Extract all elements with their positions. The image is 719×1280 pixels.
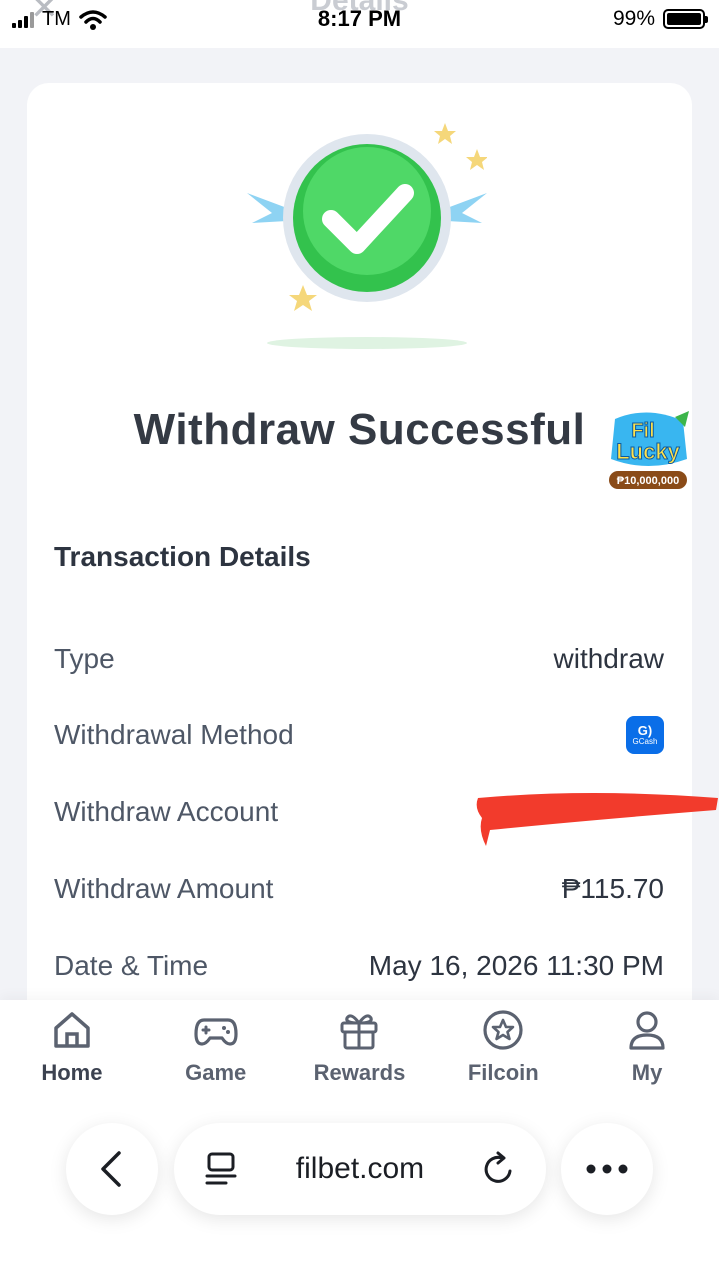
nav-game[interactable]: Game [146,1000,286,1086]
promo-brand-line2: Lucky [616,439,680,464]
gift-icon [340,1014,378,1050]
battery-icon [663,9,708,29]
browser-back-button[interactable] [66,1123,158,1215]
address-bar[interactable]: filbet.com [174,1123,546,1215]
nav-label: Game [185,1060,247,1085]
success-check-icon [247,123,487,349]
reload-icon[interactable] [482,1151,516,1187]
gamepad-icon [194,1018,238,1046]
status-time: 8:17 PM [317,6,402,31]
nav-label: My [631,1060,663,1085]
row-value: ₱115.70 [561,873,664,904]
nav-filcoin[interactable]: Filcoin [433,1000,573,1086]
row-withdraw-amount: Withdraw Amount ₱115.70 [54,869,664,909]
browser-more-button[interactable] [561,1123,653,1215]
promo-badge-art: Fil Lucky ₱10,000,000 [609,411,689,489]
nav-label: Home [41,1060,103,1085]
row-date-time: Date & Time May 16, 2026 11:30 PM [54,946,664,986]
row-label: Withdraw Account [54,796,279,827]
row-label: Withdraw Amount [54,873,274,904]
withdraw-success-title: Withdraw Successful [133,405,586,454]
chevron-left-icon [101,1151,121,1187]
nav-my[interactable]: My [577,1000,717,1086]
battery-percent: 99% [612,7,655,30]
bottom-nav: Home Game Rewards Filcoin My [0,1000,719,1095]
gcash-label: GCash [632,736,658,746]
row-label: Type [54,643,115,674]
row-type: Type withdraw [54,639,664,679]
nav-label: Rewards [313,1060,406,1085]
more-dots-icon [586,1164,628,1174]
status-bar: Details ✕ TM 8:17 PM 99% [0,0,719,48]
reader-mode-icon[interactable] [204,1151,238,1187]
home-icon [54,1012,90,1048]
transaction-details-heading: Transaction Details [54,541,311,572]
coin-star-icon [483,1010,523,1050]
nav-label: Filcoin [467,1060,539,1085]
row-value: withdraw [553,643,664,674]
nav-home[interactable]: Home [2,1000,142,1086]
fil-lucky-promo-badge[interactable]: Fil Lucky ₱10,000,000 [605,409,691,493]
url-text[interactable]: filbet.com [296,1152,424,1186]
row-value: May 16, 2026 11:30 PM [368,950,664,981]
row-label: Date & Time [54,950,209,981]
row-label: Withdrawal Method [54,719,294,750]
status-right: 99% [612,7,708,31]
nav-rewards[interactable]: Rewards [289,1000,429,1086]
row-withdrawal-method: Withdrawal Method G) GCash [54,715,664,755]
promo-amount: ₱10,000,000 [617,475,679,487]
details-card: Withdraw Successful Fil Lucky ₱10,000,00… [27,83,692,1083]
redaction-mark [476,793,718,846]
gcash-logo-icon: G) GCash [626,716,664,754]
user-icon [629,1011,665,1050]
